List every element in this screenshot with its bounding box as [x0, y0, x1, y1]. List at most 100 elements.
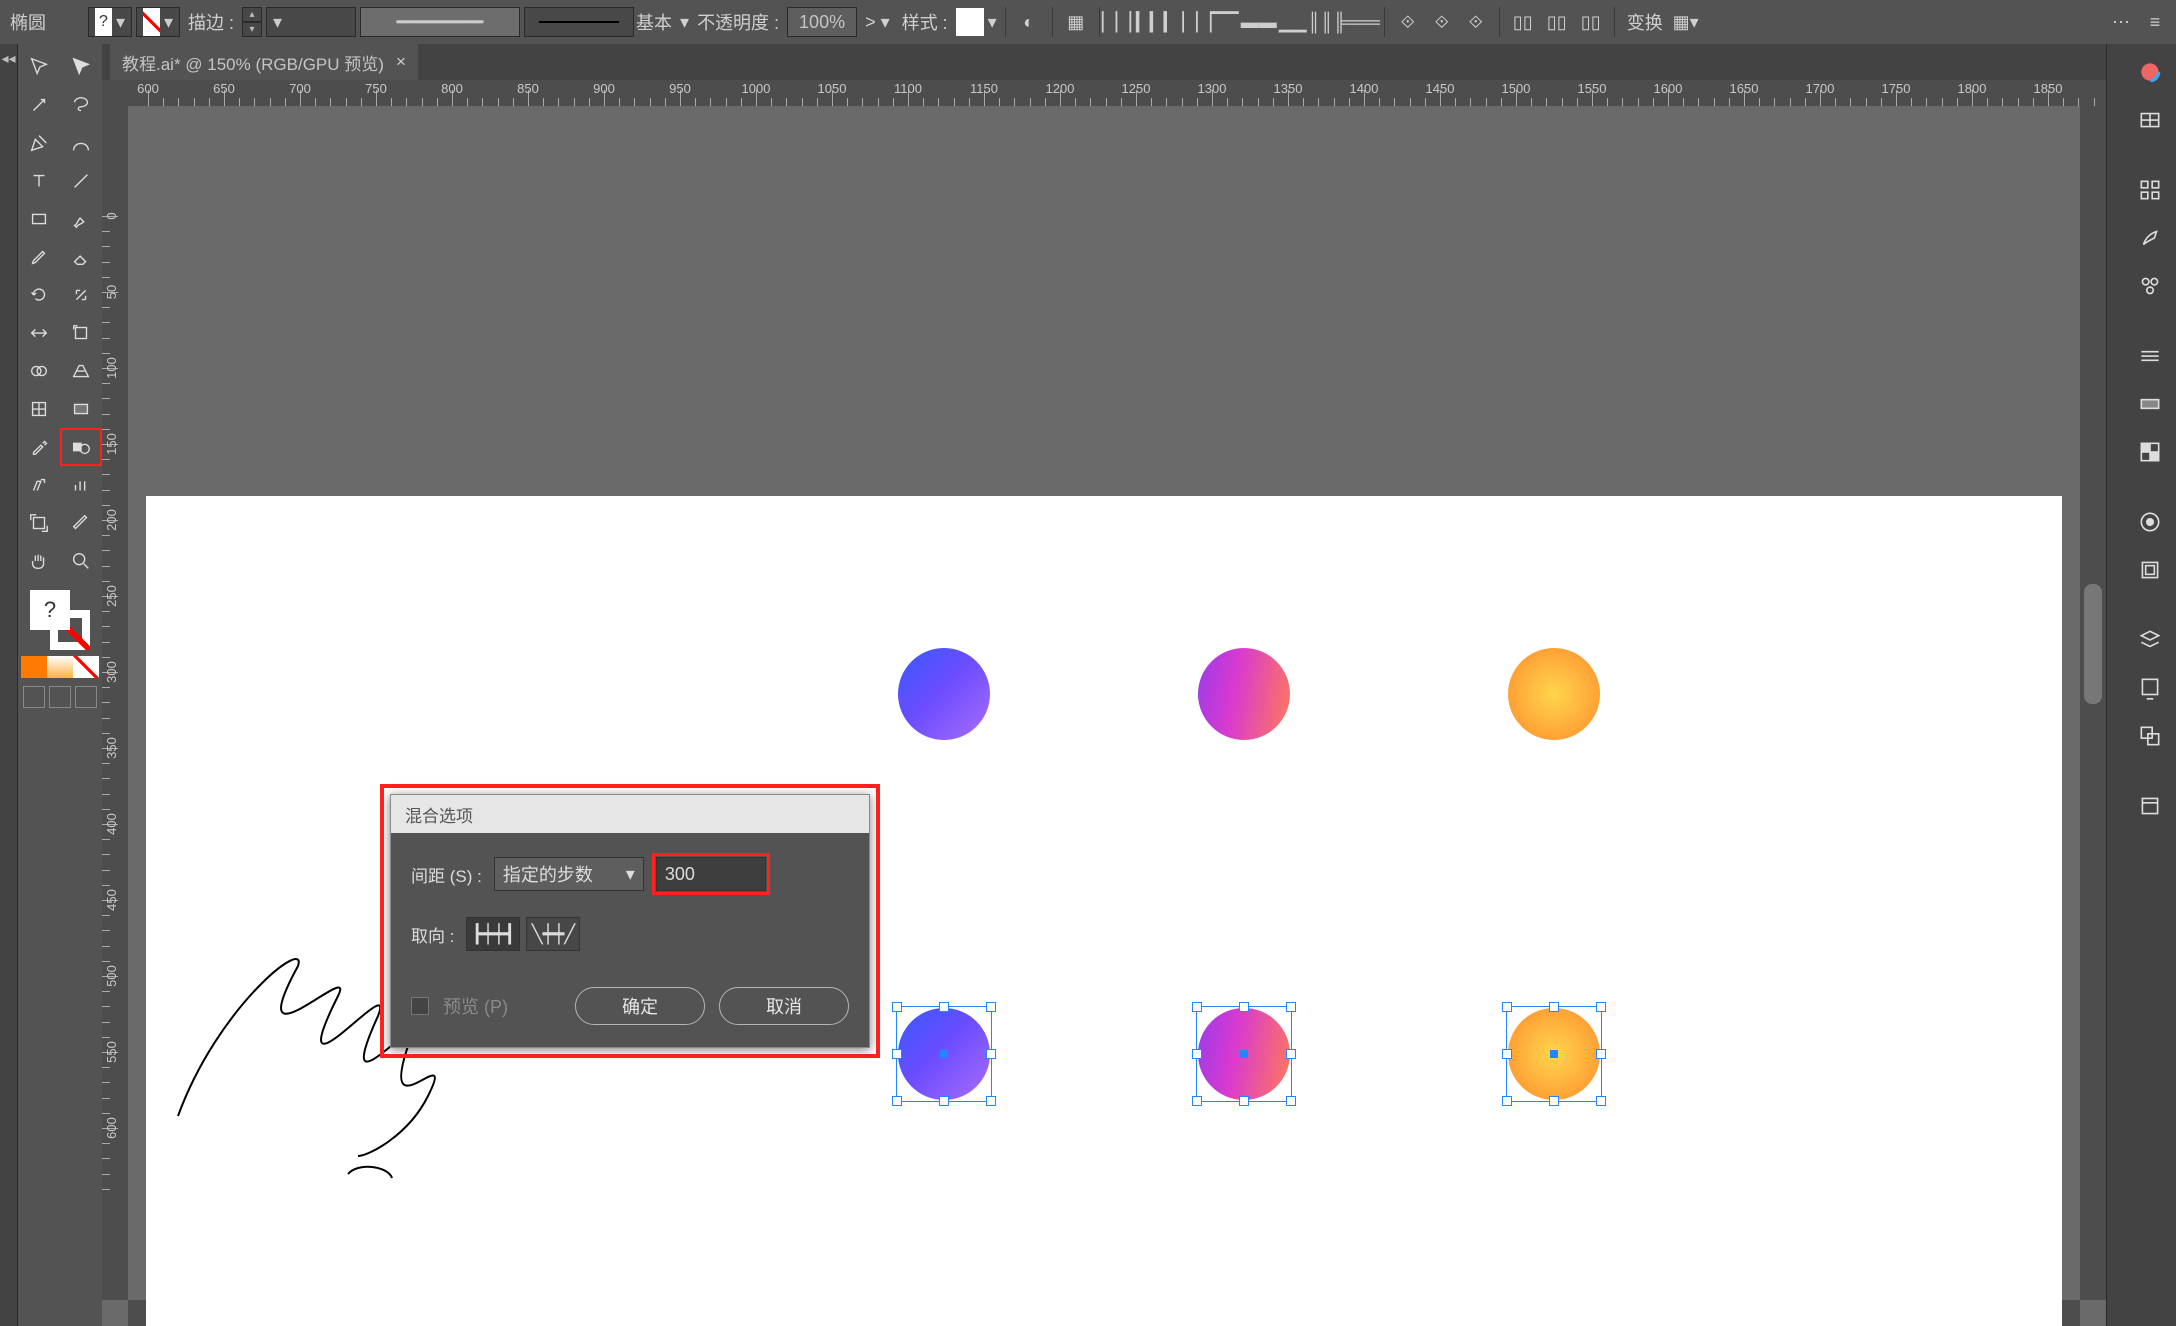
eraser-tool[interactable] — [60, 238, 102, 276]
blend-tool[interactable] — [60, 428, 102, 466]
spacing-mode-dropdown[interactable]: 指定的步数 ▾ — [494, 857, 644, 891]
canvas[interactable]: 6006507007508008509009501000105011001150… — [102, 80, 2106, 1326]
libraries-panel-icon[interactable] — [2130, 786, 2170, 826]
brushes-panel-icon[interactable] — [2130, 218, 2170, 258]
transform-label[interactable]: 变换 — [1627, 9, 1663, 35]
zoom-tool[interactable] — [60, 542, 102, 580]
preview-checkbox[interactable] — [411, 997, 429, 1015]
opacity-field[interactable]: 100% — [787, 7, 857, 37]
graphic-styles-panel-icon[interactable] — [2130, 550, 2170, 590]
rectangle-tool[interactable] — [18, 200, 60, 238]
rotate-tool[interactable] — [18, 276, 60, 314]
transform-panel-icon[interactable]: ▦▾ — [1671, 7, 1701, 37]
align-top-icon[interactable]: ▔▔ — [1210, 7, 1240, 37]
perspective-grid-tool[interactable] — [60, 352, 102, 390]
brush-dropdown[interactable] — [524, 7, 634, 37]
draw-normal-icon[interactable] — [23, 686, 45, 708]
color-guide-panel-icon[interactable] — [2130, 100, 2170, 140]
ruler-tick-label: 450 — [104, 889, 119, 911]
spacing-mode-value: 指定的步数 — [503, 861, 593, 887]
style-swatch[interactable] — [956, 8, 984, 36]
brush-label: 基本 — [636, 9, 672, 35]
overflow-icon[interactable]: ⋯ — [2106, 7, 2136, 37]
appearance-panel-icon[interactable] — [2130, 502, 2170, 542]
stroke-panel-icon[interactable] — [2130, 336, 2170, 376]
stroke-weight-stepper[interactable]: ▴▾ — [242, 7, 262, 37]
free-transform-tool[interactable] — [60, 314, 102, 352]
ruler-origin[interactable] — [102, 80, 128, 106]
asset-export-panel-icon[interactable] — [2130, 668, 2170, 708]
spacing-steps-input[interactable]: 300 — [656, 857, 766, 891]
layers-panel-icon[interactable] — [2130, 620, 2170, 660]
right-collapse-toggle[interactable] — [2106, 44, 2124, 1326]
fill-swatch-dropdown[interactable]: ? ▾ — [88, 7, 132, 37]
swatch-1[interactable] — [21, 656, 47, 678]
scale-tool[interactable] — [60, 276, 102, 314]
align-left-icon[interactable]: ▏▏▏ — [1108, 7, 1138, 37]
shape-builder-icon[interactable]: ⟐ — [1393, 7, 1423, 37]
recolor-artwork-icon[interactable]: ◐ — [1014, 7, 1044, 37]
selection-tool[interactable] — [18, 48, 60, 86]
artboard-tool[interactable] — [18, 504, 60, 542]
distribute-h-icon[interactable]: ║║║ — [1312, 7, 1342, 37]
fill-stroke-control[interactable]: ? — [30, 590, 90, 650]
shape-builder-tool[interactable] — [18, 352, 60, 390]
profile-dropdown[interactable]: ━━━━━━━━ — [360, 7, 520, 37]
align-right-icon[interactable]: ▕▕▕ — [1176, 7, 1206, 37]
left-collapse-toggle[interactable]: ◂◂ — [0, 44, 18, 1326]
mesh-tool[interactable] — [18, 390, 60, 428]
vertical-scrollbar[interactable] — [2080, 106, 2106, 1300]
document-tab[interactable]: 教程.ai* @ 150% (RGB/GPU 预览) × — [110, 44, 418, 80]
line-tool[interactable] — [60, 162, 102, 200]
orient-align-to-path-button[interactable]: ╲┿┿╱ — [526, 917, 580, 951]
stroke-swatch-dropdown[interactable]: ▾ — [136, 7, 180, 37]
stroke-weight-field[interactable]: ▾ — [266, 7, 356, 37]
type-tool[interactable] — [18, 162, 60, 200]
isolate-icon[interactable]: ▯▯ — [1508, 7, 1538, 37]
align-bottom-icon[interactable]: ▁▁ — [1278, 7, 1308, 37]
cancel-button[interactable]: 取消 — [719, 987, 849, 1025]
symbol-sprayer-tool[interactable] — [18, 466, 60, 504]
width-tool[interactable] — [18, 314, 60, 352]
fill-indicator[interactable]: ? — [30, 590, 70, 630]
close-tab-icon[interactable]: × — [396, 52, 406, 72]
gradient-panel-icon[interactable] — [2130, 384, 2170, 424]
eyedropper-tool[interactable] — [18, 428, 60, 466]
draw-inside-icon[interactable] — [75, 686, 97, 708]
pencil-tool[interactable] — [18, 238, 60, 276]
ruler-tick-label: 600 — [137, 81, 159, 96]
swatches-panel-icon[interactable] — [2130, 170, 2170, 210]
lasso-tool[interactable] — [60, 86, 102, 124]
draw-behind-icon[interactable] — [49, 686, 71, 708]
pen-tool[interactable] — [18, 124, 60, 162]
align-hcenter-icon[interactable]: ▎▎▎ — [1142, 7, 1172, 37]
swatch-none[interactable] — [73, 656, 99, 678]
direct-selection-tool[interactable] — [60, 48, 102, 86]
symbols-panel-icon[interactable] — [2130, 266, 2170, 306]
slice-tool[interactable] — [60, 504, 102, 542]
column-graph-tool[interactable] — [60, 466, 102, 504]
isolate-icon-3[interactable]: ▯▯ — [1576, 7, 1606, 37]
align-vcenter-icon[interactable]: ▬▬ — [1244, 7, 1274, 37]
shape-builder-icon-3[interactable]: ⟐ — [1461, 7, 1491, 37]
curvature-tool[interactable] — [60, 124, 102, 162]
shape-builder-icon-2[interactable]: ⟐ — [1427, 7, 1457, 37]
horizontal-ruler[interactable]: 6006507007508008509009501000105011001150… — [128, 80, 2080, 106]
gradient-circle-magenta — [1198, 648, 1290, 740]
transparency-panel-icon[interactable] — [2130, 432, 2170, 472]
distribute-v-icon[interactable]: ═══ — [1346, 7, 1376, 37]
vertical-scrollbar-thumb[interactable] — [2084, 584, 2102, 704]
ok-button[interactable]: 确定 — [575, 987, 705, 1025]
swatch-2[interactable] — [47, 656, 73, 678]
hand-tool[interactable] — [18, 542, 60, 580]
paintbrush-tool[interactable] — [60, 200, 102, 238]
color-panel-icon[interactable] — [2130, 52, 2170, 92]
align-to-artboard-icon[interactable]: ▦ — [1061, 7, 1091, 37]
isolate-icon-2[interactable]: ▯▯ — [1542, 7, 1572, 37]
artboards-panel-icon[interactable] — [2130, 716, 2170, 756]
vertical-ruler[interactable]: 050100150200250300350400450500550600 — [102, 106, 128, 1300]
panel-menu-icon[interactable]: ≡ — [2140, 7, 2170, 37]
gradient-tool[interactable] — [60, 390, 102, 428]
magic-wand-tool[interactable] — [18, 86, 60, 124]
orient-align-to-page-button[interactable]: ┣┿┿┫ — [466, 917, 520, 951]
